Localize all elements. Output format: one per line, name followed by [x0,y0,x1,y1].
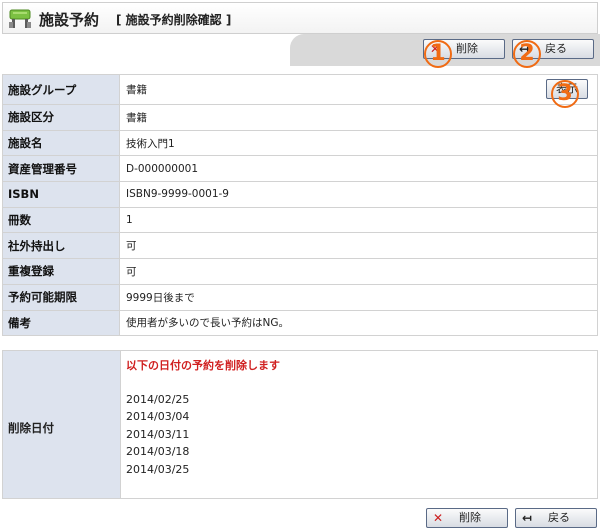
back-button-label: 戻る [545,42,567,55]
row-value: 使用者が多いので長い予約はNG。 [119,309,598,337]
list-item: 2014/03/18 [126,445,190,459]
row-label: 予約可能期限 [2,283,120,311]
bottom-back-button[interactable]: ↤ 戻る [515,508,597,528]
deletion-date-label: 削除日付 [8,421,54,435]
list-item: 2014/03/25 [126,462,190,476]
row-label: ISBN [2,181,120,208]
row-value: 書籍 [119,104,598,131]
table-row: 予約可能期限 9999日後まで [2,283,598,311]
row-label: 社外持出し [2,232,120,260]
table-row: 施設区分 書籍 [2,104,598,131]
row-value: 可 [119,258,598,285]
row-label: 備考 [2,309,120,337]
list-item: 2014/03/11 [126,427,190,441]
delete-x-icon: ✕ [433,511,444,525]
facility-detail-table: 施設グループ 書籍 施設区分 書籍 施設名 技術入門1 資産管理番号 D-000… [2,74,598,337]
row-label: 資産管理番号 [2,155,120,183]
row-value: 書籍 [119,74,598,105]
list-item: 2014/02/25 [126,393,190,406]
deletion-date-label-cell: 削除日付 [3,351,121,498]
back-arrow-icon: ↤ [522,511,533,525]
bottom-back-button-label: 戻る [548,511,570,524]
table-row: 備考 使用者が多いので長い予約はNG。 [2,309,598,337]
page-header: 施設予約 [ 施設予約削除確認 ] [2,2,598,34]
list-item: 2014/03/04 [126,410,190,424]
row-value: 9999日後まで [119,283,598,311]
row-label: 冊数 [2,206,120,234]
annotation-marker-3: 3 [551,80,579,108]
deletion-date-list: 2014/02/25 2014/03/04 2014/03/11 2014/03… [126,391,189,478]
row-value: 1 [119,206,598,234]
row-value: 技術入門1 [119,129,598,157]
deletion-dates-section: 削除日付 以下の日付の予約を削除します 2014/02/25 2014/03/0… [2,350,598,499]
row-label: 重複登録 [2,258,120,285]
deletion-warning: 以下の日付の予約を削除します [126,359,280,372]
delete-button-label: 削除 [456,42,478,55]
table-row: 冊数 1 [2,206,598,234]
row-label: 施設名 [2,129,120,157]
page-title: 施設予約 [39,11,100,29]
bottom-delete-button[interactable]: ✕ 削除 [426,508,508,528]
table-row: ISBN ISBN9-9999-0001-9 [2,181,598,208]
table-row: 社外持出し 可 [2,232,598,260]
annotation-marker-1: 1 [424,40,452,68]
row-label: 施設区分 [2,104,120,131]
table-row: 資産管理番号 D-000000001 [2,155,598,183]
annotation-marker-2: 2 [513,40,541,68]
table-row: 施設グループ 書籍 [2,74,598,105]
facility-table-icon [9,9,31,28]
row-value: 可 [119,232,598,260]
row-value: D-000000001 [119,155,598,183]
table-row: 重複登録 可 [2,258,598,285]
row-label: 施設グループ [2,74,120,105]
bottom-delete-button-label: 削除 [459,511,481,524]
row-value: ISBN9-9999-0001-9 [119,181,598,208]
page-subtitle: [ 施設予約削除確認 ] [116,13,232,27]
table-row: 施設名 技術入門1 [2,129,598,157]
